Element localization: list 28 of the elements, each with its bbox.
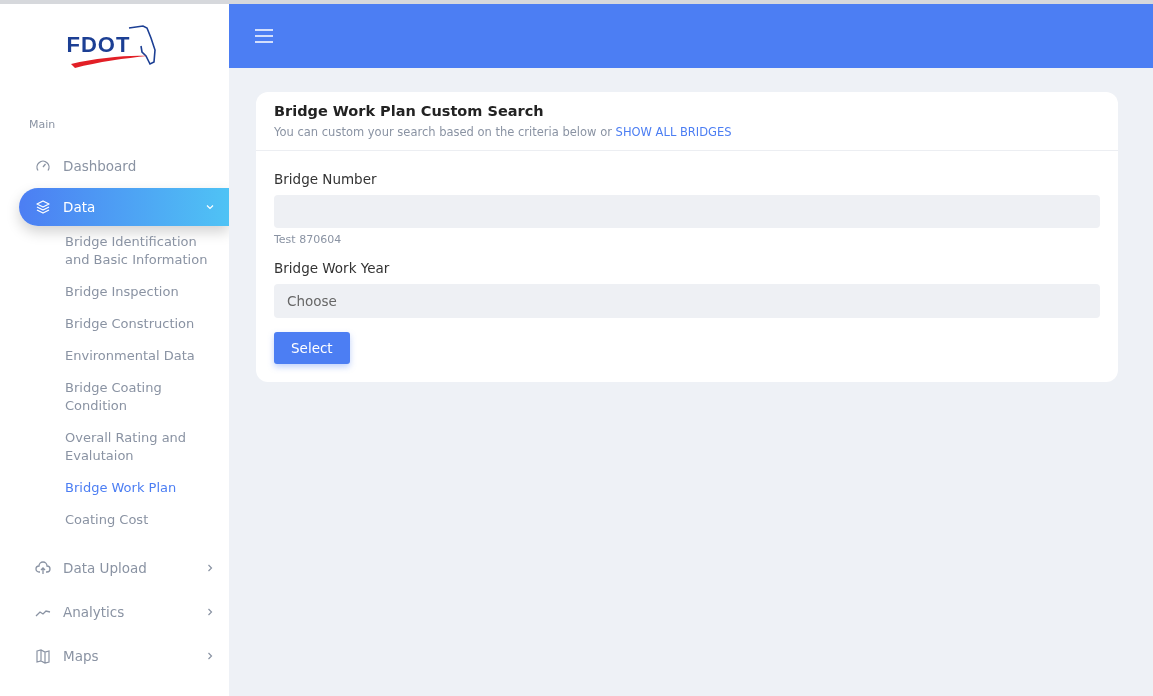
field-label: Bridge Work Year bbox=[274, 260, 391, 276]
nav-item[interactable]: Analytics bbox=[19, 590, 229, 634]
submenu-item[interactable]: Bridge Identification and Basic Information bbox=[65, 232, 215, 282]
map-icon bbox=[35, 648, 51, 664]
field-label: Bridge Number bbox=[274, 171, 378, 187]
card-subtitle: You can custom your search based on the criteria below or SHOW ALL BRIDGES bbox=[274, 125, 733, 139]
nav-item[interactable]: Maps bbox=[19, 634, 229, 678]
submenu-item[interactable]: Bridge Construction bbox=[65, 314, 215, 346]
submenu-item[interactable]: Bridge Inspection bbox=[65, 282, 215, 314]
help-text: Test 870604 bbox=[274, 233, 343, 246]
nav-item[interactable]: Data bbox=[19, 188, 229, 226]
gauge-icon bbox=[35, 158, 51, 174]
menu-icon[interactable] bbox=[255, 28, 273, 44]
cloud-upload-icon bbox=[35, 560, 51, 576]
layers-icon bbox=[35, 199, 51, 215]
year-select[interactable]: Choose bbox=[274, 284, 1100, 318]
submenu-item[interactable]: Bridge Work Plan bbox=[65, 478, 215, 510]
submenu-item[interactable]: Environmental Data bbox=[65, 346, 215, 378]
card-title: Bridge Work Plan Custom Search bbox=[274, 103, 545, 119]
logo-text: FDOT bbox=[66, 32, 131, 58]
nav-item[interactable]: Data Upload bbox=[19, 546, 229, 590]
section-label: Main bbox=[28, 117, 57, 132]
nav-item[interactable]: Dashboard bbox=[19, 144, 229, 188]
select-button[interactable]: Select bbox=[274, 332, 350, 364]
submenu-item[interactable]: Bridge Coating Condition bbox=[65, 378, 215, 428]
submenu-item[interactable]: Overall Rating and Evalutaion bbox=[65, 428, 215, 478]
show-all-link[interactable]: SHOW ALL BRIDGES bbox=[615, 125, 732, 139]
submenu-item[interactable]: Coating Cost bbox=[65, 510, 215, 542]
